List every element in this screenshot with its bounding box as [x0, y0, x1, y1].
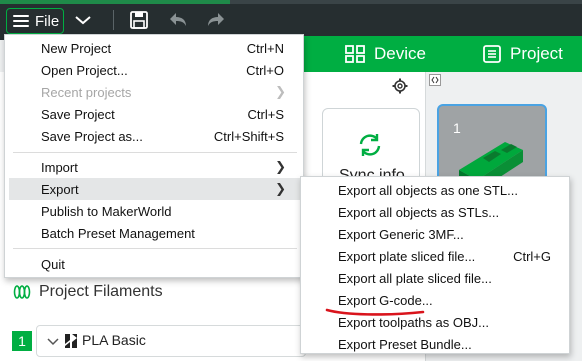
menu-item-export-all-objects-one-stl[interactable]: Export all objects as one STL... [305, 179, 567, 201]
project-filaments-header: Project Filaments [0, 278, 310, 306]
chevron-down-icon[interactable] [72, 9, 94, 31]
menu-item-label: Export all plate sliced file... [338, 270, 492, 286]
menu-item-batch-preset-management[interactable]: Batch Preset Management [9, 222, 300, 244]
menu-item-label: Export all objects as one STL... [338, 182, 518, 198]
export-submenu: Export all objects as one STL... Export … [300, 176, 570, 354]
menu-item-label: Export [41, 181, 79, 197]
sync-icon [356, 131, 384, 164]
menu-item-shortcut: Ctrl+O [246, 62, 284, 78]
menu-item-open-project[interactable]: Open Project... Ctrl+O [9, 59, 300, 81]
menu-item-label: Export Generic 3MF... [338, 226, 464, 242]
filament-index-badge[interactable]: 1 [12, 331, 32, 351]
menu-item-shortcut: Ctrl+G [513, 248, 551, 264]
menu-item-label: Batch Preset Management [41, 225, 195, 241]
menu-item-export-all-objects-stls[interactable]: Export all objects as STLs... [305, 201, 567, 223]
menu-item-recent-projects[interactable]: Recent projects ❯ [9, 81, 300, 103]
menu-item-new-project[interactable]: New Project Ctrl+N [9, 37, 300, 59]
menu-item-label: Export all objects as STLs... [338, 204, 500, 220]
menu-item-export-preset-bundle[interactable]: Export Preset Bundle... [305, 333, 567, 355]
menu-item-import[interactable]: Import ❯ [9, 156, 300, 178]
red-underline-annotation [325, 308, 425, 316]
title-strip [0, 0, 582, 4]
menu-divider [13, 152, 297, 153]
tab-project-label: Project [510, 44, 563, 63]
project-filaments-label: Project Filaments [39, 283, 163, 300]
menu-item-label: New Project [41, 40, 112, 56]
menu-item-label: Export Preset Bundle... [338, 336, 472, 352]
menu-item-label: Recent projects [41, 84, 132, 100]
menu-item-shortcut: Ctrl+Shift+S [213, 128, 284, 144]
toolbar-divider [113, 10, 114, 30]
chevron-right-icon: ❯ [275, 181, 286, 196]
chevron-right-icon: ❯ [275, 159, 286, 174]
filament-row: 1 [12, 330, 32, 352]
menu-divider [13, 248, 297, 249]
filament-brand-icon [64, 333, 78, 354]
tab-device[interactable]: Device [344, 36, 426, 72]
menu-item-publish-to-makerworld[interactable]: Publish to MakerWorld [9, 200, 300, 222]
menu-item-label: Quit [41, 256, 65, 272]
save-icon[interactable] [128, 9, 150, 31]
menu-item-label: Save Project as... [41, 128, 143, 144]
menu-item-export-generic-3mf[interactable]: Export Generic 3MF... [305, 223, 567, 245]
gear-icon[interactable] [392, 78, 408, 99]
menu-item-shortcut: Ctrl+N [246, 40, 284, 56]
menu-item-label: Open Project... [41, 62, 128, 78]
redo-icon[interactable] [205, 9, 227, 31]
file-menu-label: File [35, 12, 60, 30]
filament-spool-icon [13, 283, 31, 301]
menu-item-label: Save Project [41, 106, 115, 122]
menu-item-shortcut: Ctrl+S [247, 106, 284, 122]
undo-icon[interactable] [167, 9, 189, 31]
filament-name: PLA Basic [82, 332, 146, 348]
menu-item-export-plate-sliced-file[interactable]: Export plate sliced file... Ctrl+G [305, 245, 567, 267]
menu-item-export-all-plate-sliced-file[interactable]: Export all plate sliced file... [305, 267, 567, 289]
chevron-right-icon: ❯ [275, 84, 286, 99]
hamburger-icon [13, 15, 29, 27]
menu-item-label: Import [41, 159, 78, 175]
tab-device-label: Device [374, 44, 426, 63]
menu-item-label: Export plate sliced file... [338, 248, 476, 264]
menu-item-label: Publish to MakerWorld [41, 203, 172, 219]
device-icon [345, 45, 365, 63]
menu-item-export[interactable]: Export ❯ [9, 178, 300, 200]
menu-item-save-project-as[interactable]: Save Project as... Ctrl+Shift+S [9, 125, 300, 147]
chevron-down-icon[interactable] [46, 335, 60, 353]
project-icon [483, 45, 501, 63]
tab-project[interactable]: Project [482, 36, 563, 72]
menu-item-quit[interactable]: Quit [9, 253, 300, 275]
main-tab-bar: Device Project [300, 36, 582, 72]
file-menu-button[interactable]: File [6, 8, 64, 34]
menu-item-save-project[interactable]: Save Project Ctrl+S [9, 103, 300, 125]
collapse-panel-icon[interactable] [429, 74, 441, 89]
file-dropdown-menu: New Project Ctrl+N Open Project... Ctrl+… [4, 34, 304, 278]
